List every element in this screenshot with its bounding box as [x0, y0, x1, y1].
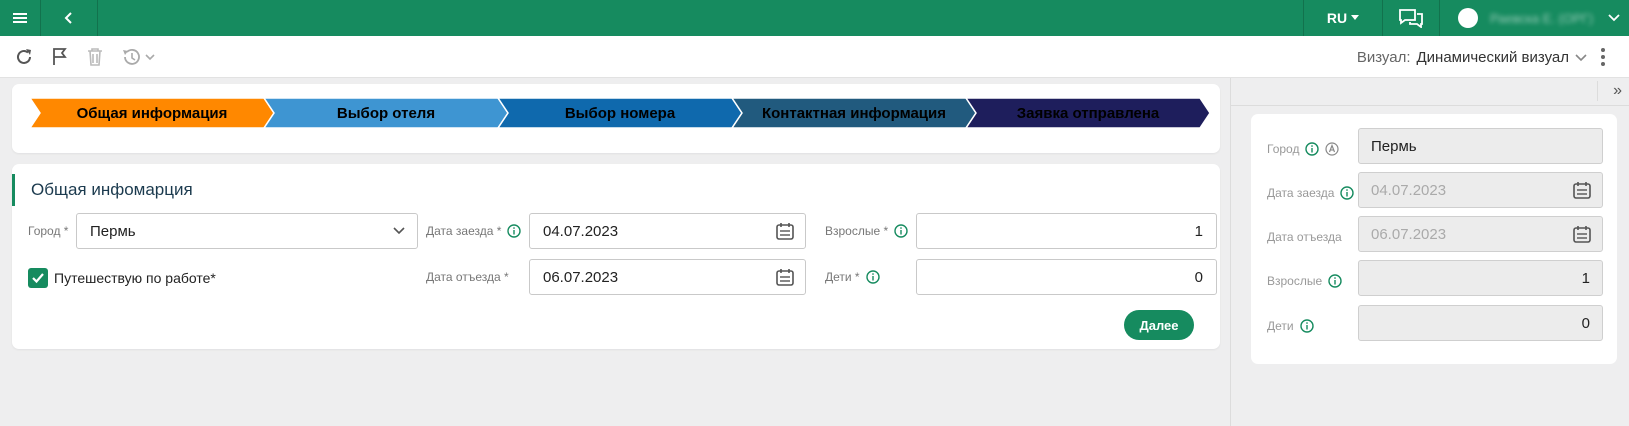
checkout-label: Дата отъезда * [426, 270, 509, 284]
progress-steps-card: Общая информация Выбор отеля Выбор номера К… [12, 84, 1220, 153]
step-label: Заявка отправлена [1017, 105, 1160, 122]
visual-value: Динамический визуал [1416, 49, 1569, 66]
back-icon[interactable] [41, 0, 97, 36]
step-5[interactable]: Заявка отправлена [964, 97, 1211, 129]
city-label: Город * [28, 224, 69, 238]
info-icon[interactable] [1299, 319, 1314, 333]
visual-label: Визуал: [1356, 49, 1411, 66]
step-3[interactable]: Выбор номера [496, 97, 743, 129]
info-icon[interactable] [1305, 142, 1320, 156]
menu-icon[interactable] [0, 0, 40, 36]
adults-input[interactable]: 1 [916, 213, 1217, 249]
right-panel-header: » [1231, 78, 1629, 106]
adults-label: Взрослые * [825, 224, 908, 238]
checkin-label-text: Дата заезда * [426, 224, 502, 238]
step-label: Выбор номера [565, 105, 676, 122]
info-icon[interactable] [507, 224, 522, 238]
step-label: Общая информация [77, 105, 228, 122]
language-select[interactable]: RU [1304, 0, 1382, 36]
summary-checkout-field: 06.07.2023 [1358, 216, 1603, 252]
general-info-form: Общая инфомарция Город * Пермь Путешеств… [12, 164, 1220, 349]
summary-checkin-label-text: Дата заезда [1267, 186, 1335, 200]
step-1[interactable]: Общая информация [28, 97, 275, 129]
calendar-icon[interactable] [775, 221, 795, 241]
city-value: Пермь [90, 222, 136, 240]
summary-children-label-text: Дети [1267, 319, 1294, 333]
summary-checkin-label: Дата заезда [1267, 186, 1355, 200]
summary-adults-label-text: Взрослые [1267, 274, 1323, 288]
info-icon[interactable] [894, 224, 908, 238]
calendar-icon [1573, 226, 1591, 243]
user-menu-chevron-icon[interactable] [1604, 0, 1624, 36]
children-label: Дети * [825, 270, 880, 284]
section-title: Общая инфомарция [12, 174, 193, 206]
auto-fill-icon[interactable] [1325, 142, 1340, 156]
avatar[interactable] [1456, 0, 1480, 36]
chat-icon[interactable] [1383, 0, 1439, 36]
summary-card: Город Пермь Дата заезда 04.07.2023 Дата … [1251, 114, 1617, 364]
children-label-text: Дети * [825, 270, 860, 284]
visual-selector[interactable]: Визуал: Динамический визуал [1357, 49, 1587, 66]
summary-city-label: Город [1267, 142, 1340, 156]
business-trip-label: Путешествую по работе* [54, 270, 216, 286]
checkbox-checked-icon [28, 268, 48, 288]
progress-steps: Общая информация Выбор отеля Выбор номера К… [28, 97, 1211, 129]
adults-value: 1 [1194, 222, 1203, 240]
summary-checkin-value: 04.07.2023 [1371, 181, 1447, 199]
summary-checkin-field: 04.07.2023 [1358, 172, 1603, 208]
user-name[interactable]: Раевска Е. (ОРГ) [1490, 0, 1600, 36]
top-bar: RU Раевска Е. (ОРГ) [0, 0, 1629, 36]
more-options-icon[interactable] [1593, 45, 1613, 69]
checkout-value: 06.07.2023 [543, 268, 619, 286]
chevron-down-icon [393, 227, 405, 235]
step-label: Выбор отеля [337, 105, 435, 122]
summary-adults-value: 1 [1581, 269, 1590, 287]
next-button[interactable]: Далее [1124, 310, 1194, 340]
step-label: Контактная информация [762, 105, 946, 122]
summary-adults-label: Взрослые [1267, 274, 1342, 288]
adults-label-text: Взрослые * [825, 224, 889, 238]
business-trip-checkbox[interactable]: Путешествую по работе* [28, 268, 216, 288]
summary-city-label-text: Город [1267, 142, 1300, 156]
step-4[interactable]: Контактная информация [730, 97, 977, 129]
info-icon[interactable] [865, 270, 880, 284]
step-2[interactable]: Выбор отеля [262, 97, 509, 129]
right-panel: » Город Пермь Дата заезда 04.07.2023 Дат… [1230, 78, 1629, 426]
checkin-value: 04.07.2023 [543, 222, 619, 240]
calendar-icon[interactable] [775, 267, 795, 287]
history-icon[interactable] [119, 45, 159, 69]
checkin-date-input[interactable]: 04.07.2023 [529, 213, 806, 249]
city-select[interactable]: Пермь [76, 213, 418, 249]
caret-down-icon [1351, 15, 1360, 20]
summary-children-field: 0 [1358, 305, 1603, 341]
flag-icon[interactable] [48, 45, 72, 69]
children-value: 0 [1194, 268, 1203, 286]
language-label: RU [1326, 10, 1348, 26]
calendar-icon [1573, 182, 1591, 199]
checkout-date-input[interactable]: 06.07.2023 [529, 259, 806, 295]
summary-children-label: Дети [1267, 319, 1314, 333]
toolbar: Визуал: Динамический визуал [0, 36, 1629, 78]
trash-icon[interactable] [83, 45, 107, 69]
summary-city-value: Пермь [1371, 137, 1417, 155]
checkin-label: Дата заезда * [426, 224, 522, 238]
chevron-down-icon [1575, 53, 1587, 61]
expand-panel-icon[interactable]: » [1613, 82, 1622, 100]
info-icon[interactable] [1340, 186, 1355, 200]
summary-checkout-label: Дата отъезда [1267, 230, 1342, 244]
children-input[interactable]: 0 [916, 259, 1217, 295]
summary-children-value: 0 [1581, 314, 1590, 332]
refresh-icon[interactable] [12, 45, 36, 69]
summary-checkout-value: 06.07.2023 [1371, 225, 1447, 243]
info-icon[interactable] [1328, 274, 1342, 288]
summary-adults-field: 1 [1358, 260, 1603, 296]
summary-city-field: Пермь [1358, 128, 1603, 164]
